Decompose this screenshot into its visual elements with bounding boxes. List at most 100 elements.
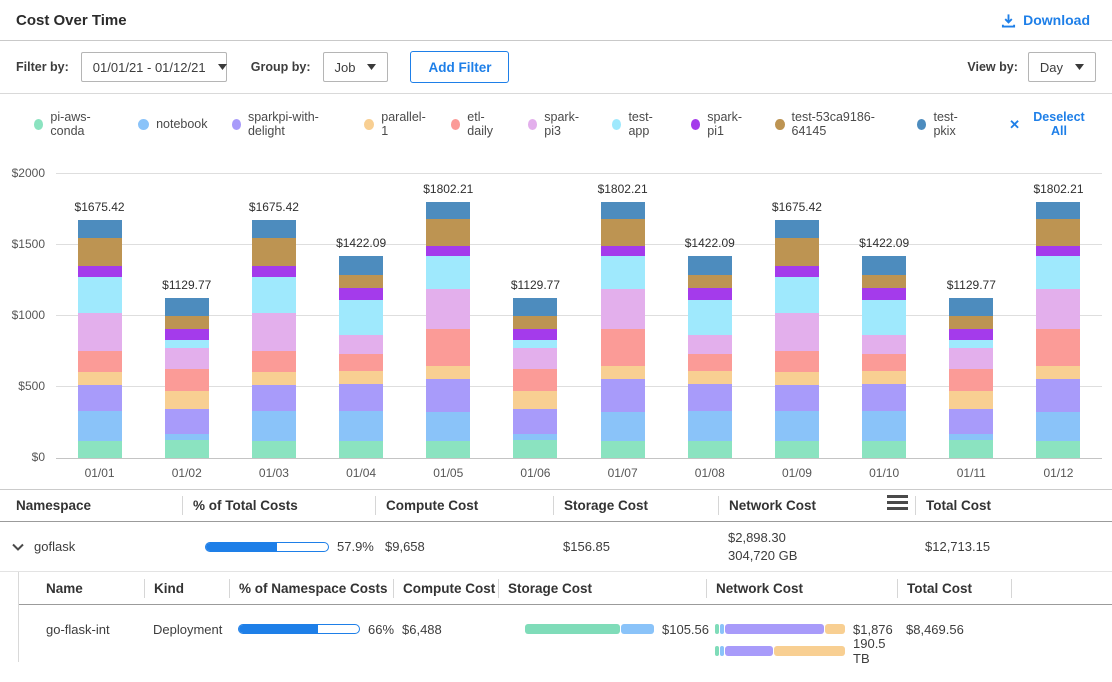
bar-segment-notebook[interactable] [1036, 412, 1080, 441]
bar-segment-pi-aws-conda[interactable] [949, 440, 993, 458]
stacked-bar[interactable] [688, 256, 732, 458]
legend-item-test-53ca9186-64145[interactable]: test-53ca9186-64145 [775, 110, 893, 138]
bar-segment-spark-pi1[interactable] [949, 329, 993, 340]
bar-segment-parallel-1[interactable] [78, 372, 122, 385]
bar-segment-spark-pi1[interactable] [688, 288, 732, 300]
bar-segment-sparkpi-with-delight[interactable] [949, 409, 993, 433]
bar-segment-spark-pi3[interactable] [1036, 289, 1080, 329]
bar-segment-test-pkix[interactable] [862, 256, 906, 275]
bar-segment-spark-pi1[interactable] [1036, 246, 1080, 256]
bar-segment-notebook[interactable] [252, 411, 296, 441]
legend-item-etl-daily[interactable]: etl-daily [451, 110, 504, 138]
bar-segment-pi-aws-conda[interactable] [252, 441, 296, 458]
view-by-select[interactable]: Day [1028, 52, 1096, 82]
bar-segment-etl-daily[interactable] [165, 369, 209, 391]
bar-segment-etl-daily[interactable] [78, 351, 122, 372]
bar-segment-parallel-1[interactable] [1036, 366, 1080, 379]
bar-segment-parallel-1[interactable] [165, 391, 209, 409]
bar-segment-etl-daily[interactable] [862, 354, 906, 371]
bar-segment-test-pkix[interactable] [601, 202, 645, 219]
bar-segment-test-app[interactable] [426, 256, 470, 289]
bar-segment-etl-daily[interactable] [949, 369, 993, 391]
bar-segment-notebook[interactable] [426, 412, 470, 441]
bar-segment-test-pkix[interactable] [339, 256, 383, 275]
bar-segment-test-pkix[interactable] [252, 220, 296, 238]
legend-item-spark-pi1[interactable]: spark-pi1 [691, 110, 751, 138]
bar-segment-spark-pi1[interactable] [252, 266, 296, 277]
bar-segment-spark-pi3[interactable] [775, 313, 819, 351]
bar-segment-test-app[interactable] [1036, 256, 1080, 289]
bar-segment-sparkpi-with-delight[interactable] [339, 384, 383, 411]
bar-segment-test-53ca9186-64145[interactable] [426, 219, 470, 246]
add-filter-button[interactable]: Add Filter [410, 51, 509, 83]
stacked-bar[interactable] [78, 220, 122, 458]
columns-menu-icon[interactable] [887, 495, 908, 510]
bar-segment-parallel-1[interactable] [426, 366, 470, 379]
bar-segment-test-53ca9186-64145[interactable] [1036, 219, 1080, 246]
bar-segment-test-app[interactable] [775, 277, 819, 313]
bar-segment-parallel-1[interactable] [252, 372, 296, 385]
stacked-bar[interactable] [339, 256, 383, 458]
bar-segment-parallel-1[interactable] [339, 371, 383, 384]
bar-segment-test-pkix[interactable] [78, 220, 122, 238]
bar-segment-notebook[interactable] [775, 411, 819, 441]
bar-segment-pi-aws-conda[interactable] [165, 440, 209, 458]
legend-item-test-pkix[interactable]: test-pkix [917, 110, 973, 138]
bar-segment-notebook[interactable] [601, 412, 645, 441]
bar-segment-spark-pi1[interactable] [601, 246, 645, 256]
bar-segment-spark-pi3[interactable] [165, 348, 209, 369]
stacked-bar[interactable] [513, 298, 557, 458]
bar-segment-etl-daily[interactable] [513, 369, 557, 391]
bar-segment-parallel-1[interactable] [513, 391, 557, 409]
bar-segment-parallel-1[interactable] [862, 371, 906, 384]
bar-segment-pi-aws-conda[interactable] [513, 440, 557, 458]
bar-segment-notebook[interactable] [78, 411, 122, 441]
bar-segment-spark-pi1[interactable] [339, 288, 383, 300]
bar-segment-test-pkix[interactable] [688, 256, 732, 275]
bar-segment-notebook[interactable] [339, 411, 383, 441]
bar-segment-test-53ca9186-64145[interactable] [513, 316, 557, 330]
bar-segment-test-53ca9186-64145[interactable] [862, 275, 906, 288]
stacked-bar[interactable] [775, 220, 819, 458]
legend-item-parallel-1[interactable]: parallel-1 [364, 110, 426, 138]
bar-segment-spark-pi3[interactable] [688, 335, 732, 355]
stacked-bar[interactable] [252, 220, 296, 458]
bar-segment-test-53ca9186-64145[interactable] [252, 238, 296, 266]
bar-segment-etl-daily[interactable] [339, 354, 383, 371]
legend-item-test-app[interactable]: test-app [612, 110, 667, 138]
stacked-bar[interactable] [1036, 202, 1080, 458]
bar-segment-spark-pi3[interactable] [252, 313, 296, 351]
group-by-select[interactable]: Job [323, 52, 389, 82]
namespace-expander[interactable]: goflask [0, 539, 182, 554]
bar-segment-spark-pi1[interactable] [426, 246, 470, 256]
bar-segment-spark-pi3[interactable] [426, 289, 470, 329]
bar-segment-test-53ca9186-64145[interactable] [775, 238, 819, 266]
stacked-bar[interactable] [601, 202, 645, 458]
bar-segment-spark-pi3[interactable] [339, 335, 383, 355]
bar-segment-spark-pi3[interactable] [862, 335, 906, 355]
bar-segment-sparkpi-with-delight[interactable] [513, 409, 557, 433]
bar-segment-etl-daily[interactable] [1036, 329, 1080, 366]
bar-segment-sparkpi-with-delight[interactable] [688, 384, 732, 411]
bar-segment-pi-aws-conda[interactable] [426, 441, 470, 458]
legend-item-spark-pi3[interactable]: spark-pi3 [528, 110, 588, 138]
bar-segment-spark-pi1[interactable] [165, 329, 209, 340]
bar-segment-sparkpi-with-delight[interactable] [601, 379, 645, 412]
bar-segment-test-app[interactable] [513, 340, 557, 348]
bar-segment-spark-pi1[interactable] [775, 266, 819, 277]
bar-segment-test-app[interactable] [949, 340, 993, 348]
bar-segment-test-53ca9186-64145[interactable] [688, 275, 732, 288]
bar-segment-pi-aws-conda[interactable] [688, 441, 732, 458]
bar-segment-spark-pi1[interactable] [78, 266, 122, 277]
bar-segment-parallel-1[interactable] [688, 371, 732, 384]
bar-segment-etl-daily[interactable] [601, 329, 645, 366]
bar-segment-test-pkix[interactable] [775, 220, 819, 238]
stacked-bar[interactable] [426, 202, 470, 458]
bar-segment-notebook[interactable] [688, 411, 732, 441]
nested-table-row[interactable]: go-flask-int Deployment 66% $6,488 $105.… [19, 605, 1112, 662]
bar-segment-test-app[interactable] [339, 300, 383, 335]
bar-segment-test-53ca9186-64145[interactable] [78, 238, 122, 266]
bar-segment-sparkpi-with-delight[interactable] [1036, 379, 1080, 412]
bar-segment-spark-pi3[interactable] [601, 289, 645, 329]
bar-segment-pi-aws-conda[interactable] [78, 441, 122, 458]
